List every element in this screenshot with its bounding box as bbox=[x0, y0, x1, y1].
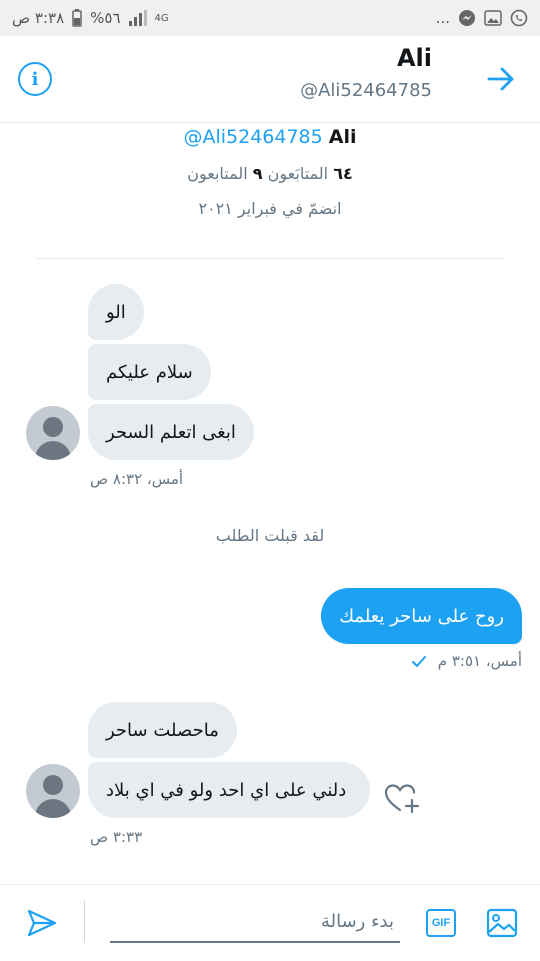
profile-summary: @Ali52464785 Ali ٦٤ المتابَعون ٩ المتابع… bbox=[0, 122, 540, 218]
sent-check-icon bbox=[411, 655, 426, 667]
message-bubble-incoming[interactable]: دلني على اي احد ولو في اي بلاد bbox=[88, 762, 370, 818]
signal-icon bbox=[128, 10, 147, 26]
whatsapp-icon bbox=[510, 9, 528, 27]
status-time: ٣:٣٨ ص bbox=[12, 9, 65, 27]
message-bubble-incoming[interactable]: سلام عليكم bbox=[88, 344, 211, 400]
avatar-body bbox=[35, 441, 71, 460]
profile-name-line[interactable]: @Ali52464785 Ali bbox=[0, 126, 540, 148]
follow-counts: ٦٤ المتابَعون ٩ المتابعون bbox=[0, 164, 540, 183]
avatar[interactable] bbox=[26, 406, 80, 460]
status-bar-right: ... bbox=[436, 9, 528, 27]
message-bubble-incoming[interactable]: ماحصلت ساحر bbox=[88, 702, 237, 758]
composer-divider bbox=[84, 901, 85, 943]
react-heart-icon[interactable] bbox=[384, 782, 420, 816]
message-composer: GIF bbox=[0, 884, 540, 961]
send-icon[interactable] bbox=[26, 907, 58, 939]
battery-percent: %٥٦ bbox=[90, 9, 121, 27]
gallery-icon bbox=[484, 10, 502, 26]
avatar-head bbox=[43, 775, 63, 795]
divider bbox=[36, 258, 504, 259]
battery-icon bbox=[72, 9, 82, 27]
message-input-wrapper bbox=[110, 901, 400, 943]
back-arrow-icon[interactable] bbox=[486, 64, 516, 94]
status-bar: ٣:٣٨ ص %٥٦ 4G ... bbox=[0, 0, 540, 36]
gif-button[interactable]: GIF bbox=[426, 909, 456, 937]
message-timestamp: أمس، ٨:٣٢ ص bbox=[90, 470, 184, 488]
profile-name[interactable]: Ali bbox=[329, 126, 357, 148]
sent-timestamp-row: أمس، ٣:٥١ م bbox=[411, 652, 522, 670]
conversation-handle: @Ali52464785 bbox=[300, 80, 432, 101]
more-notifications-indicator: ... bbox=[435, 9, 450, 27]
profile-handle[interactable]: @Ali52464785 bbox=[183, 126, 322, 148]
avatar[interactable] bbox=[26, 764, 80, 818]
followers-label: المتابعون bbox=[187, 164, 248, 183]
message-bubble-incoming[interactable]: ابغى اتعلم السحر bbox=[88, 404, 254, 460]
message-bubble-outgoing[interactable]: روح على ساحر يعلمك bbox=[321, 588, 522, 644]
avatar-body bbox=[35, 799, 71, 818]
avatar-head bbox=[43, 417, 63, 437]
status-bar-left: ٣:٣٨ ص %٥٦ 4G bbox=[12, 9, 169, 27]
network-type: 4G bbox=[154, 12, 169, 24]
conversation-title: Ali bbox=[396, 44, 432, 72]
message-input[interactable] bbox=[110, 901, 400, 941]
message-timestamp: ٣:٣٣ ص bbox=[90, 828, 143, 846]
messenger-icon bbox=[458, 9, 476, 27]
request-accepted-notice: لقد قبلت الطلب bbox=[215, 526, 325, 545]
joined-date: انضمّ في فبراير ٢٠٢١ bbox=[198, 199, 342, 218]
following-label: المتابَعون bbox=[267, 164, 329, 183]
message-timestamp: أمس، ٣:٥١ م bbox=[437, 652, 522, 670]
info-icon[interactable]: i bbox=[18, 62, 52, 96]
message-bubble-incoming[interactable]: الو bbox=[88, 284, 144, 340]
image-icon[interactable] bbox=[486, 907, 518, 939]
conversation-header: i Ali @Ali52464785 bbox=[0, 36, 540, 123]
following-count: ٦٤ bbox=[333, 164, 353, 183]
followers-count: ٩ bbox=[252, 164, 263, 183]
